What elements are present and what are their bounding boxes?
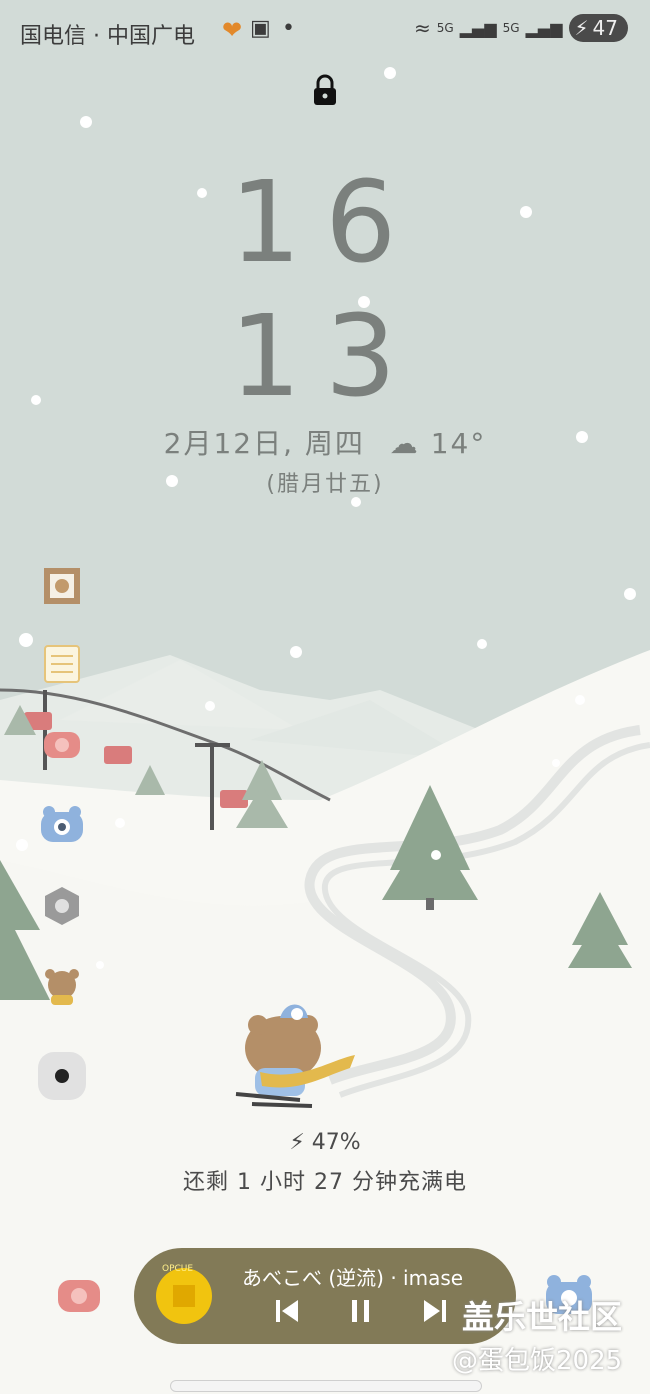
dot-icon: • (282, 16, 295, 41)
notepad-icon[interactable] (36, 638, 88, 690)
camera-icon[interactable] (36, 798, 88, 850)
signal-icon-1: ▂▄▆ (459, 18, 497, 38)
record-icon[interactable] (36, 1050, 88, 1102)
lunar-date: (腊月廿五) (266, 472, 384, 497)
watermark-title: 盖乐世社区 (462, 1298, 623, 1336)
charging-percent-label: 47% (311, 1130, 361, 1155)
pause-icon[interactable] (348, 1298, 374, 1324)
battery-level: 47 (592, 16, 618, 40)
network-5g-label-1: 5G (436, 21, 454, 35)
lock-icon[interactable] (312, 74, 338, 106)
watermark-handle: @蛋包饭2025 (452, 1346, 623, 1376)
phone-shortcut-icon[interactable] (56, 1274, 102, 1314)
home-indicator[interactable] (170, 1380, 482, 1392)
status-bar: 国电信 · 中国广电 ❤ ▣ • ≈ 5G ▂▄▆ 5G ▂▄▆ ⚡ 47 (0, 0, 650, 64)
network-5g-label-2: 5G (502, 21, 520, 35)
clock-hour: 16 (229, 158, 421, 288)
album-label: OPCUE (162, 1264, 194, 1274)
bear-icon[interactable] (36, 960, 88, 1012)
temperature-label: 14° (430, 427, 487, 460)
picture-frame-icon[interactable] (36, 560, 88, 612)
date-weather-row[interactable]: 2月12日, 周四 ☁ 14° (0, 422, 650, 462)
previous-track-icon[interactable] (274, 1298, 300, 1324)
phone-icon[interactable] (36, 718, 88, 770)
charging-bolt-icon: ⚡ (574, 16, 589, 40)
heart-icon: ❤ (222, 16, 243, 44)
song-title: あべこべ (逆流) · imase (242, 1266, 464, 1290)
status-indicators: ≈ 5G ▂▄▆ 5G ▂▄▆ ⚡ 47 (414, 14, 628, 42)
clock-minute: 13 (229, 292, 421, 422)
charging-bolt-icon-large: ⚡ (289, 1130, 305, 1155)
wifi-icon: ≈ (414, 16, 431, 40)
signal-icon-2: ▂▄▆ (525, 18, 563, 38)
album-art[interactable]: OPCUE (156, 1264, 212, 1324)
charging-percent: ⚡ 47% (0, 1130, 650, 1155)
carrier-label: 国电信 · 中国广电 (20, 24, 195, 49)
next-track-icon[interactable] (422, 1298, 448, 1324)
date-label: 2月12日, 周四 (163, 427, 365, 460)
music-player[interactable]: OPCUE あべこべ (逆流) · imase (134, 1248, 516, 1344)
screen-recorder-icon: ▣ (250, 16, 271, 41)
charging-remaining-label: 还剩 1 小时 27 分钟充满电 (183, 1170, 467, 1195)
fog-icon: ☁ (389, 427, 420, 460)
battery-indicator: ⚡ 47 (568, 14, 628, 42)
settings-icon[interactable] (36, 880, 88, 932)
